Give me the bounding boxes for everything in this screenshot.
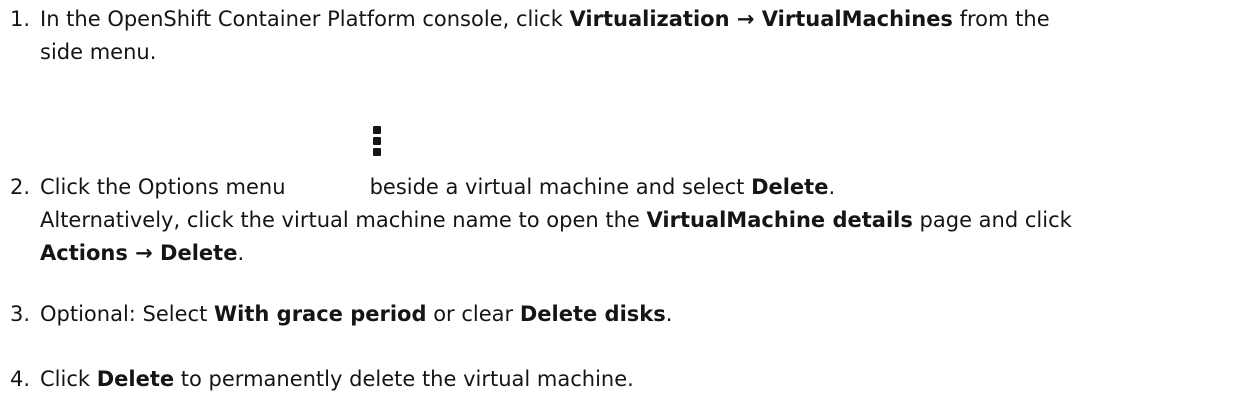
ui-term: VirtualMachines: [761, 7, 953, 31]
ui-term: Delete disks: [519, 302, 666, 326]
ui-term: Delete: [160, 241, 238, 265]
text-run: Alternatively, click the virtual machine…: [40, 208, 647, 232]
step-line: Actions → Delete.: [40, 237, 1230, 270]
ui-term: VirtualMachine details: [646, 208, 913, 232]
arrow-text: →: [729, 7, 762, 31]
step-number: 3.: [10, 302, 31, 326]
text-run: or clear: [426, 302, 520, 326]
step-line: In the OpenShift Container Platform cons…: [40, 3, 1230, 36]
text-run: Optional: Select: [40, 302, 214, 326]
text-run: Click the Options menu: [40, 175, 286, 199]
step-text: Click the Options menu beside a virtual m…: [40, 171, 1230, 270]
step-number: 2.: [10, 175, 31, 199]
ui-term: With grace period: [214, 302, 427, 326]
step-line: side menu.: [40, 40, 157, 64]
text-run: beside a virtual machine and select: [369, 175, 752, 199]
step-line: Alternatively, click the virtual machine…: [40, 204, 1230, 237]
step-line: Optional: Select With grace period or cl…: [40, 298, 1230, 331]
step-line: Click Delete to permanently delete the v…: [40, 363, 1230, 396]
text-run: page and click: [912, 208, 1072, 232]
step-text: In the OpenShift Container Platform cons…: [40, 3, 1230, 69]
text-run: from the: [952, 7, 1050, 31]
text-run: .: [828, 175, 836, 199]
kebab-icon: [372, 126, 382, 164]
step-text: Optional: Select With grace period or cl…: [40, 298, 1230, 331]
step-number: 1.: [10, 7, 31, 31]
step-text: Click Delete to permanently delete the v…: [40, 363, 1230, 396]
text-run: .: [665, 302, 673, 326]
ui-term: Actions: [40, 241, 128, 265]
ui-term: Virtualization: [569, 7, 730, 31]
ui-term: Delete: [751, 175, 829, 199]
step-line: Click the Options menu beside a virtual m…: [40, 171, 1230, 204]
text-run: to permanently delete the virtual machin…: [174, 367, 634, 391]
text-run: .: [237, 241, 245, 265]
arrow-text: →: [127, 241, 161, 265]
text-run: Click: [40, 367, 97, 391]
text-run: In the OpenShift Container Platform cons…: [40, 7, 570, 31]
step-number: 4.: [10, 367, 31, 391]
ui-term: Delete: [96, 367, 175, 391]
